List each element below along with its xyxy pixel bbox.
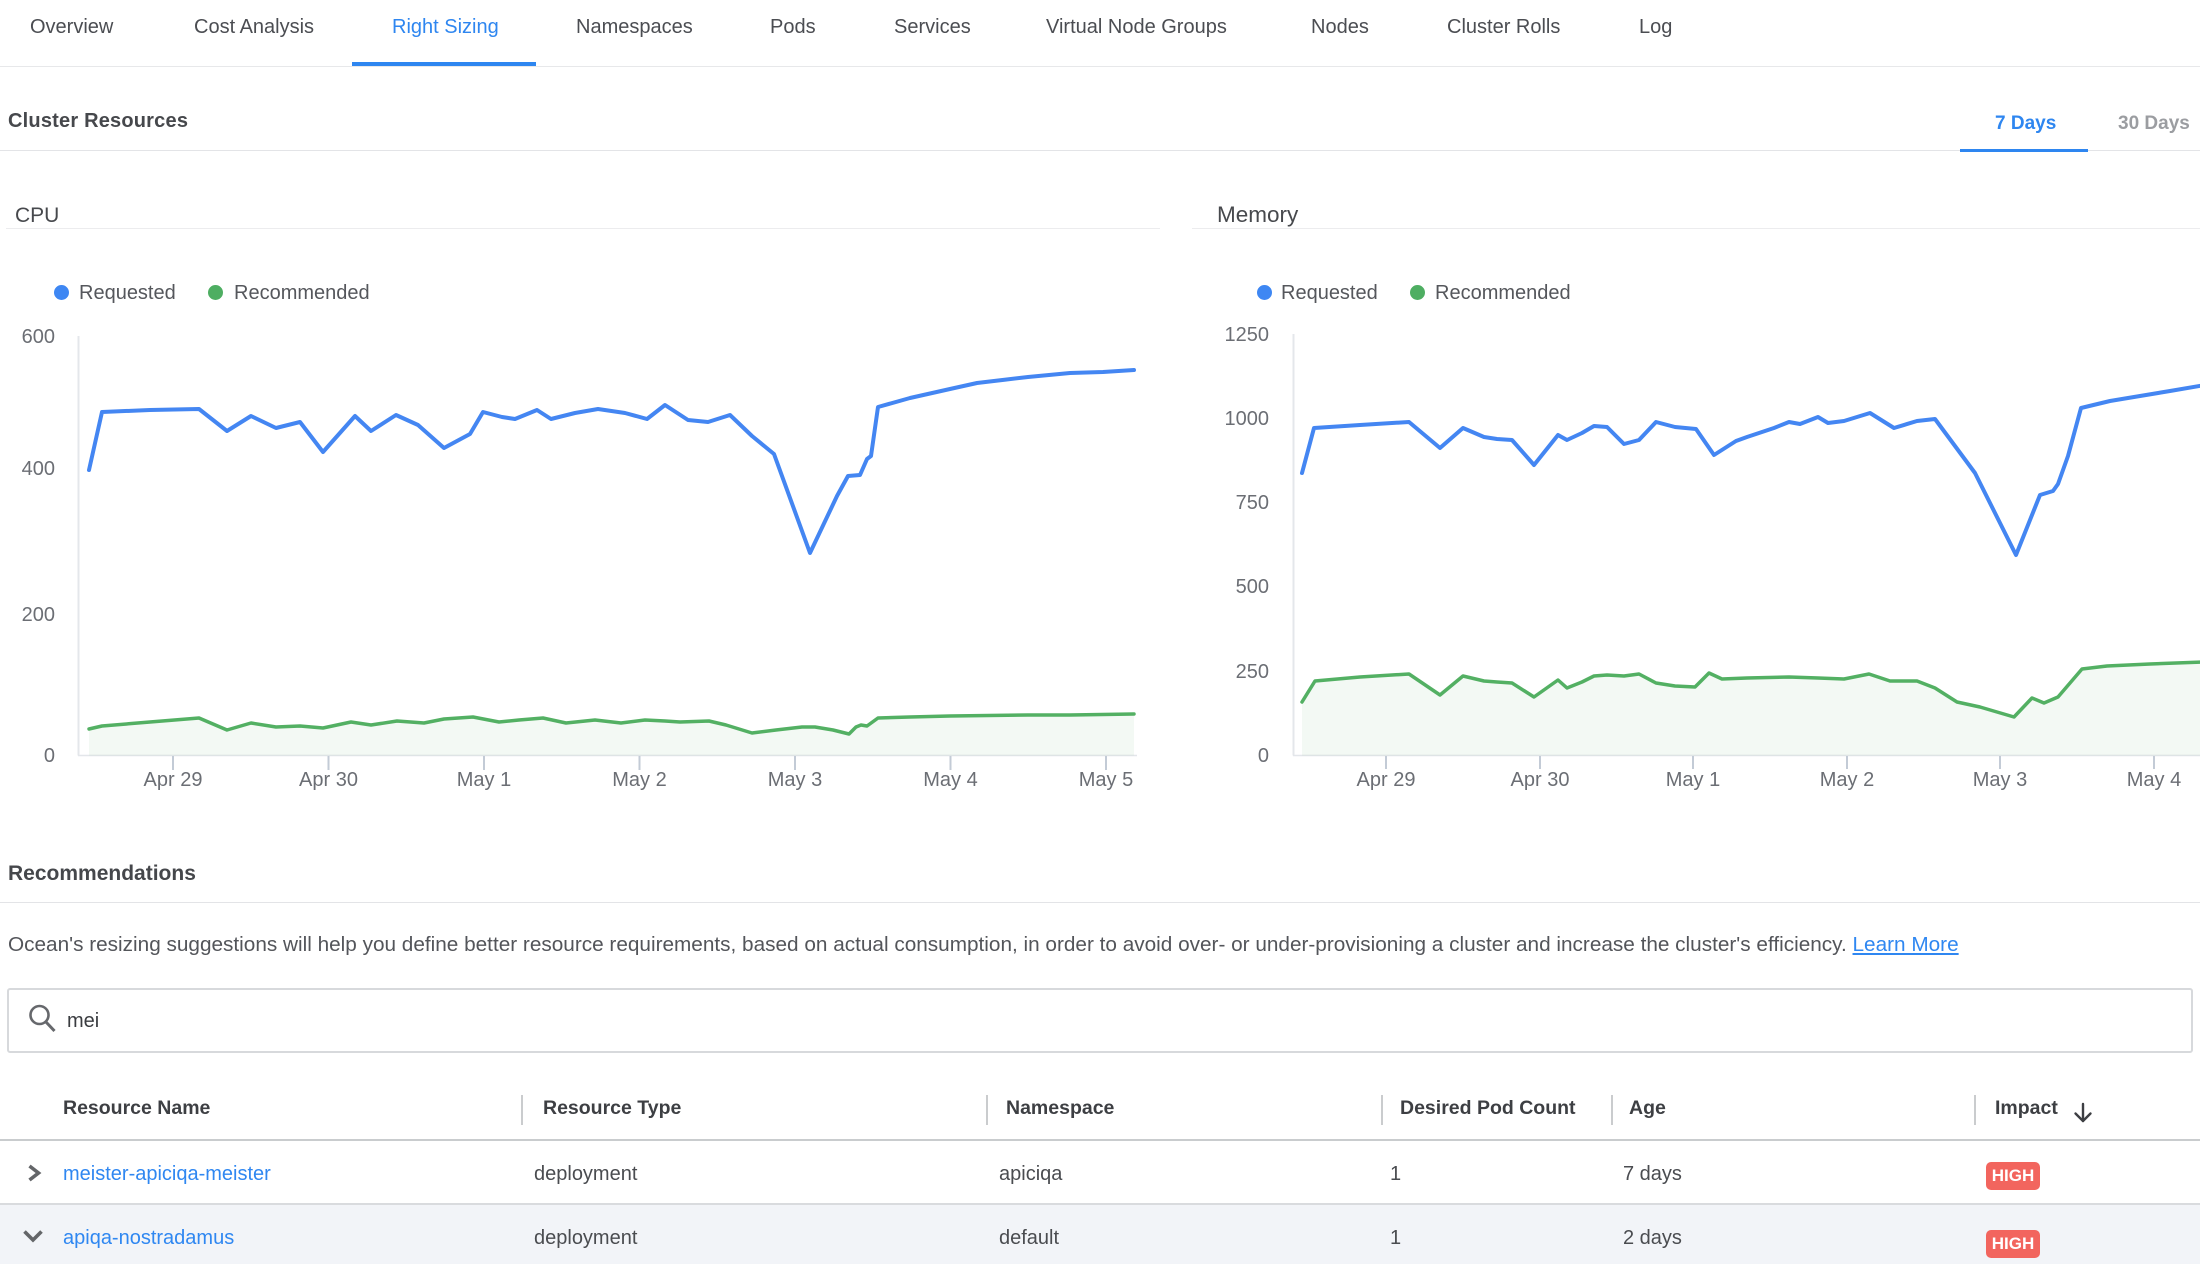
svg-text:200: 200 [22, 604, 55, 626]
svg-text:May 1: May 1 [1666, 769, 1720, 791]
svg-text:0: 0 [44, 745, 55, 767]
svg-text:1000: 1000 [1225, 408, 1270, 430]
svg-text:May 3: May 3 [1973, 769, 2027, 791]
svg-text:May 4: May 4 [923, 769, 977, 791]
svg-text:600: 600 [22, 326, 55, 348]
svg-text:500: 500 [1236, 576, 1269, 598]
svg-text:250: 250 [1236, 661, 1269, 683]
svg-text:Apr 30: Apr 30 [299, 769, 358, 791]
svg-text:750: 750 [1236, 492, 1269, 514]
svg-text:Apr 29: Apr 29 [144, 769, 203, 791]
svg-text:May 5: May 5 [1079, 769, 1133, 791]
svg-text:Apr 30: Apr 30 [1511, 769, 1570, 791]
svg-text:May 3: May 3 [768, 769, 822, 791]
svg-text:0: 0 [1258, 745, 1269, 767]
svg-text:May 1: May 1 [457, 769, 511, 791]
svg-text:1250: 1250 [1225, 324, 1270, 346]
svg-text:400: 400 [22, 458, 55, 480]
svg-text:May 4: May 4 [2127, 769, 2181, 791]
svg-text:May 2: May 2 [612, 769, 666, 791]
svg-text:May 2: May 2 [1820, 769, 1874, 791]
svg-text:Apr 29: Apr 29 [1357, 769, 1416, 791]
